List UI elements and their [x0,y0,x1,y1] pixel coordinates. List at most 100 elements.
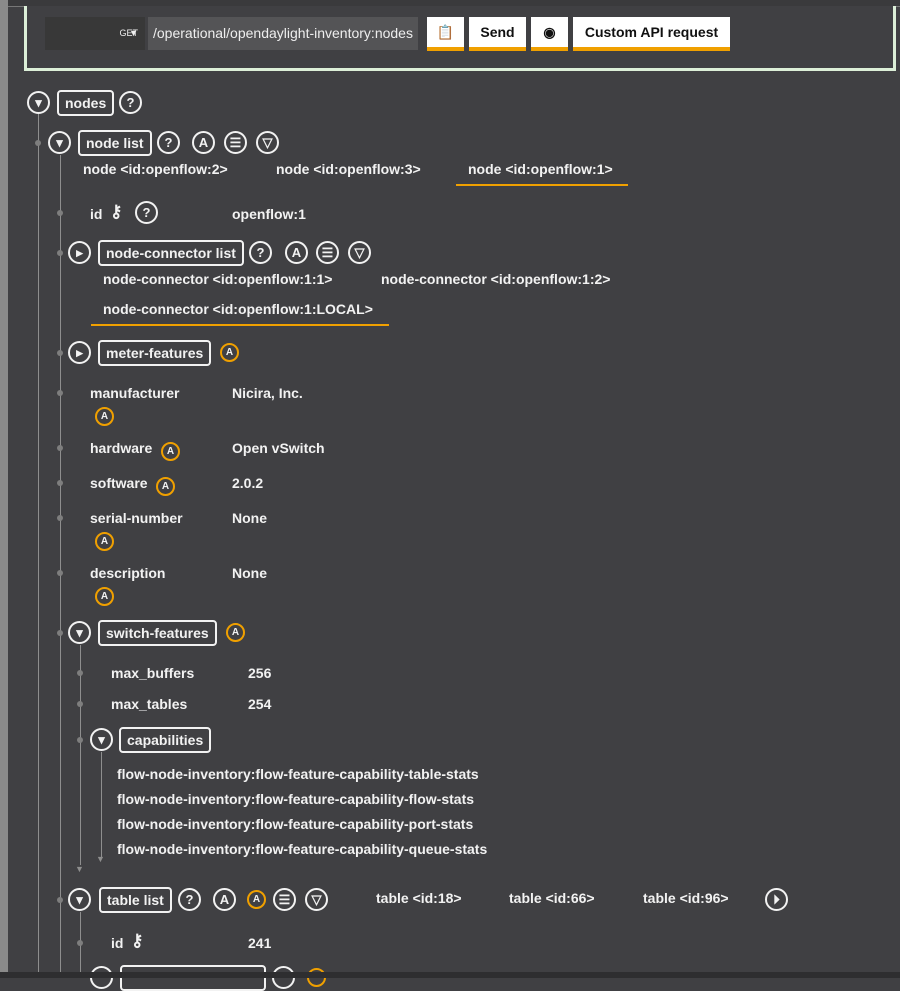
augmentation-icon[interactable]: A [213,888,236,911]
send-button[interactable]: Send [469,17,526,51]
tree-line [38,114,39,972]
tree-dot [77,940,83,946]
field-value: 2.0.2 [232,475,264,491]
help-icon[interactable]: ? [249,241,272,264]
key-icon: ⚷ [110,202,123,221]
tree-dot [57,445,63,451]
field-label: software [90,475,148,491]
field-value: None [232,565,267,581]
augmentation-icon[interactable]: A [156,477,175,496]
switch-features-label[interactable]: switch-features [98,620,217,646]
list-icon[interactable]: ☰ [224,131,247,154]
help-icon[interactable]: ? [119,91,142,114]
eye-icon: ◉ [543,24,556,40]
augmentation-icon[interactable]: A [95,407,114,426]
left-scrollbar[interactable] [0,0,8,978]
id-value: openflow:1 [232,206,306,222]
capability-item: flow-node-inventory:flow-feature-capabil… [117,791,475,807]
capability-item: flow-node-inventory:flow-feature-capabil… [117,841,488,857]
copy-icon: 📋 [436,24,455,40]
max-tables-value: 254 [248,696,272,712]
collapse-icon[interactable]: ▾ [68,621,91,644]
tree-line [60,155,61,972]
help-icon[interactable]: ? [135,201,158,224]
augmentation-icon[interactable]: A [220,343,239,362]
tree-dot [77,737,83,743]
tree-dot [77,701,83,707]
table-tab[interactable]: table <id:96> [643,890,729,906]
augmentation-icon[interactable]: A [161,442,180,461]
max-buffers-value: 256 [248,665,272,681]
field-value: Open vSwitch [232,440,325,456]
augmentation-icon[interactable]: A [95,587,114,606]
collapse-icon[interactable]: ▾ [48,131,71,154]
id-label: id [90,206,103,222]
filter-icon[interactable]: ▽ [256,131,279,154]
meter-features-label[interactable]: meter-features [98,340,212,366]
collapse-icon[interactable]: ▾ [90,728,113,751]
augmentation-icon[interactable]: A [192,131,215,154]
nodes-label[interactable]: nodes [57,90,115,116]
list-icon[interactable]: ☰ [316,241,339,264]
tree-dot [57,480,63,486]
active-tab-underline [456,184,628,186]
table-tab[interactable]: table <id:66> [509,890,595,906]
key-icon: ⚷ [131,931,144,950]
node-tab[interactable]: node <id:openflow:3> [276,161,421,177]
node-list-label[interactable]: node list [78,130,152,156]
table-list-label[interactable]: table list [99,887,172,913]
method-select[interactable]: GET ▼ [45,17,145,50]
custom-api-request-button[interactable]: Custom API request [573,17,730,51]
field-value: None [232,510,267,526]
tree-line [80,645,81,865]
collapse-icon[interactable]: ▾ [68,888,91,911]
chevron-down-icon: ▼ [129,28,138,38]
table-tab[interactable]: table <id:18> [376,890,462,906]
node-connector-list-label[interactable]: node-connector list [98,240,244,266]
preview-button[interactable]: ◉ [531,17,568,51]
augmentation-icon[interactable]: A [247,890,266,909]
help-icon[interactable]: ? [157,131,180,154]
capability-item: flow-node-inventory:flow-feature-capabil… [117,766,479,782]
list-icon[interactable]: ☰ [273,888,296,911]
tree-dot [57,250,63,256]
flow-table-statistics-label[interactable] [120,965,266,991]
active-tab-underline [91,324,389,326]
tree-dot [57,570,63,576]
capabilities-label[interactable]: capabilities [119,727,212,753]
field-label: manufacturer [90,385,180,401]
collapse-icon[interactable]: ▾ [27,91,50,114]
tree-dot [57,210,63,216]
expand-icon[interactable]: ▸ [68,241,91,264]
copy-button[interactable]: 📋 [427,17,464,51]
tree-dot [57,897,63,903]
tree-end-arrow-icon: ▼ [75,864,84,874]
tree-dot [57,350,63,356]
field-label: serial-number [90,510,183,526]
tree-dot [57,515,63,521]
node-tab-active[interactable]: node <id:openflow:1> [468,161,613,177]
next-page-icon[interactable]: ⏵ [765,888,788,911]
field-label: description [90,565,166,581]
max-buffers-label: max_buffers [111,665,195,681]
tree-end-arrow-icon: ▼ [96,854,105,864]
node-connector-tab[interactable]: node-connector <id:openflow:1:2> [381,271,610,287]
tree-dot [57,630,63,636]
node-tab[interactable]: node <id:openflow:2> [83,161,228,177]
table-id-label: id [111,935,124,951]
help-icon[interactable]: ? [178,888,201,911]
table-id-value: 241 [248,935,272,951]
max-tables-label: max_tables [111,696,188,712]
augmentation-icon[interactable]: A [226,623,245,642]
filter-icon[interactable]: ▽ [305,888,328,911]
tree-line [101,752,102,857]
node-connector-tab-active[interactable]: node-connector <id:openflow:1:LOCAL> [103,301,373,317]
field-label: hardware [90,440,153,456]
augmentation-icon[interactable]: A [95,532,114,551]
expand-icon[interactable]: ▸ [68,341,91,364]
node-connector-tab[interactable]: node-connector <id:openflow:1:1> [103,271,332,287]
url-input[interactable]: /operational/opendaylight-inventory:node… [148,17,418,50]
augmentation-icon[interactable]: A [285,241,308,264]
filter-icon[interactable]: ▽ [348,241,371,264]
tree-dot [35,140,41,146]
